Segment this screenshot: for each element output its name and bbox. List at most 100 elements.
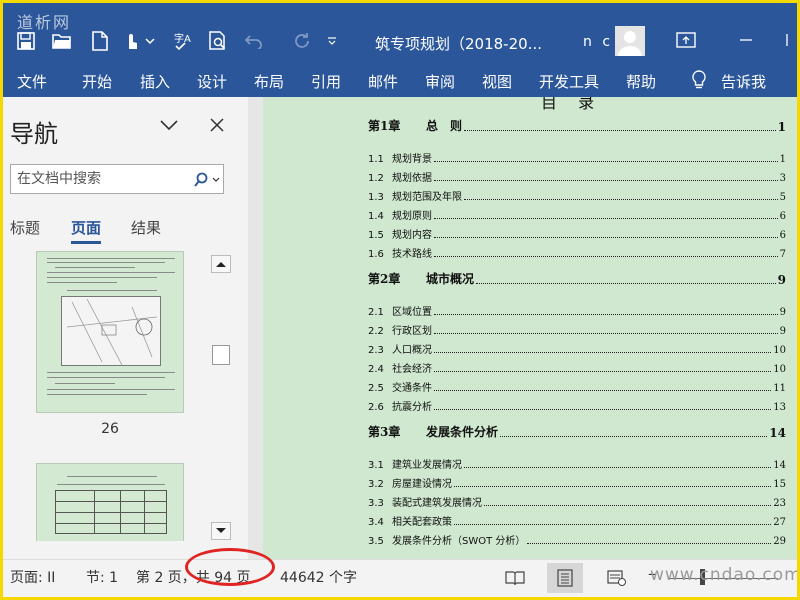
toc-entry-number: 2.6: [368, 402, 384, 413]
tab-references[interactable]: 引用: [311, 71, 341, 92]
tell-me-search[interactable]: 告诉我: [721, 71, 766, 92]
web-layout-icon[interactable]: [599, 563, 635, 593]
page-thumbnail[interactable]: [36, 463, 184, 541]
toc-entry-number: 3.3: [368, 498, 384, 509]
maximize-icon[interactable]: [785, 31, 797, 51]
tab-home[interactable]: 开始: [82, 71, 112, 92]
toc-leader: [434, 161, 778, 162]
toc-entry-number: 2.1: [368, 307, 384, 318]
print-layout-icon[interactable]: [547, 563, 583, 593]
new-document-icon[interactable]: [87, 28, 113, 54]
nav-tab-results[interactable]: 结果: [131, 217, 161, 238]
toc-entry-number: 1.2: [368, 173, 384, 184]
toc-leader: [434, 333, 778, 334]
toc-entry-title: 社会经济: [392, 364, 432, 375]
close-icon[interactable]: [208, 116, 228, 136]
toc-entry-title: 区域位置: [392, 307, 432, 318]
toc-entry-number: 2.2: [368, 326, 384, 337]
toc-section-entry[interactable]: 1.6 技术路线 7: [368, 245, 786, 260]
toc-section-entry[interactable]: 1.4 规划原则 6: [368, 207, 786, 222]
scroll-down-icon[interactable]: [211, 522, 231, 540]
scrollbar-thumb[interactable]: [212, 345, 230, 365]
user-name[interactable]: n c: [583, 34, 613, 50]
toc-entry-number: 3.5: [368, 536, 384, 547]
toc-entry-page: 6: [779, 230, 786, 241]
toc-section-entry[interactable]: 2.3 人口概况 10: [368, 341, 786, 356]
search-icon[interactable]: [190, 170, 222, 190]
print-preview-icon[interactable]: [205, 28, 231, 54]
toc-section-entry[interactable]: 1.5 规划内容 6: [368, 226, 786, 241]
chevron-down-icon[interactable]: [158, 117, 180, 137]
toc-section-entry[interactable]: 1.3 规划范围及年限 5: [368, 188, 786, 203]
toc-entry-title: 发展条件分析（SWOT 分析）: [392, 536, 526, 547]
undo-icon[interactable]: [241, 28, 267, 54]
toc-entry-title: 城市概况: [426, 272, 475, 286]
toc-section-entry[interactable]: 3.2 房屋建设情况 15: [368, 475, 786, 490]
save-icon[interactable]: [13, 28, 39, 54]
tab-mailings[interactable]: 邮件: [368, 71, 398, 92]
customize-toolbar-icon[interactable]: [325, 28, 339, 54]
touch-mode-icon[interactable]: [119, 28, 145, 54]
scroll-up-icon[interactable]: [211, 255, 231, 273]
ribbon-display-options-icon[interactable]: [675, 31, 697, 51]
toc-section-entry[interactable]: 1.2 规划依据 3: [368, 169, 786, 184]
toc-section-entry[interactable]: 3.3 装配式建筑发展情况 23: [368, 494, 786, 509]
search-input[interactable]: [17, 168, 187, 190]
toc-entry-number: 2.5: [368, 383, 384, 394]
thumbnail-scrollbar[interactable]: [211, 255, 231, 542]
toc-entry-number: 1.6: [368, 249, 384, 260]
toc-entry-page: 7: [779, 249, 786, 260]
tab-file[interactable]: 文件: [17, 71, 47, 92]
toc-chapter-entry[interactable]: 第1章 总 则 1: [368, 117, 786, 134]
redo-icon[interactable]: [289, 28, 315, 54]
tab-layout[interactable]: 布局: [254, 71, 284, 92]
tab-help[interactable]: 帮助: [626, 71, 656, 92]
status-section[interactable]: 节: 1: [86, 567, 118, 587]
toc-section-entry[interactable]: 2.4 社会经济 10: [368, 360, 786, 375]
toc-entry-page: 3: [779, 173, 786, 184]
toc-leader: [464, 130, 776, 131]
toc-entry-number: 1.1: [368, 154, 384, 165]
open-icon[interactable]: [49, 28, 75, 54]
spelling-icon[interactable]: 字A: [171, 28, 197, 54]
toc-entry-number: 第2章: [368, 272, 401, 286]
avatar[interactable]: [615, 26, 645, 56]
toc-section-entry[interactable]: 2.2 行政区划 9: [368, 322, 786, 337]
lightbulb-icon[interactable]: [691, 70, 707, 94]
toc-section-entry[interactable]: 3.1 建筑业发展情况 14: [368, 456, 786, 471]
tab-design[interactable]: 设计: [197, 71, 227, 92]
toc-section-entry[interactable]: 2.1 区域位置 9: [368, 303, 786, 318]
nav-tab-pages[interactable]: 页面: [71, 217, 101, 238]
toc-section-entry[interactable]: 1.1 规划背景 1: [368, 150, 786, 165]
toc-leader: [464, 467, 772, 468]
toc-entry-page: 6: [779, 211, 786, 222]
highlight-annotation: [185, 548, 275, 586]
toc-section-entry[interactable]: 2.6 抗震分析 13: [368, 398, 786, 413]
chevron-down-icon[interactable]: [143, 28, 157, 54]
read-mode-icon[interactable]: [497, 563, 533, 593]
minimize-icon[interactable]: [735, 31, 757, 51]
status-page-label[interactable]: 页面: II: [10, 567, 55, 587]
tab-view[interactable]: 视图: [482, 71, 512, 92]
toc-leader: [434, 371, 772, 372]
toc-entry-title: 建筑业发展情况: [392, 460, 462, 471]
document-page[interactable]: 目 录 第1章总 则 1 1.1 规划背景 1 1.2 规划依据 3 1.3 规划范围及年限 5 1.…: [263, 97, 797, 559]
document-area[interactable]: 目 录 第1章总 则 1 1.1 规划背景 1 1.2 规划依据 3 1.3 规划范围及年限 5 1.…: [248, 97, 797, 559]
toc-entry-page: 13: [773, 402, 786, 413]
toc-section-entry[interactable]: 3.5 发展条件分析（SWOT 分析） 29: [368, 532, 786, 547]
nav-search-box: [10, 164, 224, 194]
tab-insert[interactable]: 插入: [140, 71, 170, 92]
toc-chapter-entry[interactable]: 第2章 城市概况 9: [368, 270, 786, 287]
document-title: 筑专项规划（2018-20...: [375, 35, 542, 53]
toc-entry-page: 10: [773, 364, 786, 375]
nav-tab-headings[interactable]: 标题: [10, 217, 40, 238]
toc-section-entry[interactable]: 3.4 相关配套政策 27: [368, 513, 786, 528]
toc-section-entry[interactable]: 2.5 交通条件 11: [368, 379, 786, 394]
tab-review[interactable]: 审阅: [425, 71, 455, 92]
toc-chapter-entry[interactable]: 第3章 发展条件分析 14: [368, 423, 786, 440]
toc-entry-title: 规划内容: [392, 230, 432, 241]
tab-developer[interactable]: 开发工具: [539, 71, 599, 92]
status-word-count[interactable]: 44642 个字: [280, 567, 357, 587]
toc-leader: [500, 436, 768, 437]
page-thumbnail[interactable]: [36, 251, 184, 413]
